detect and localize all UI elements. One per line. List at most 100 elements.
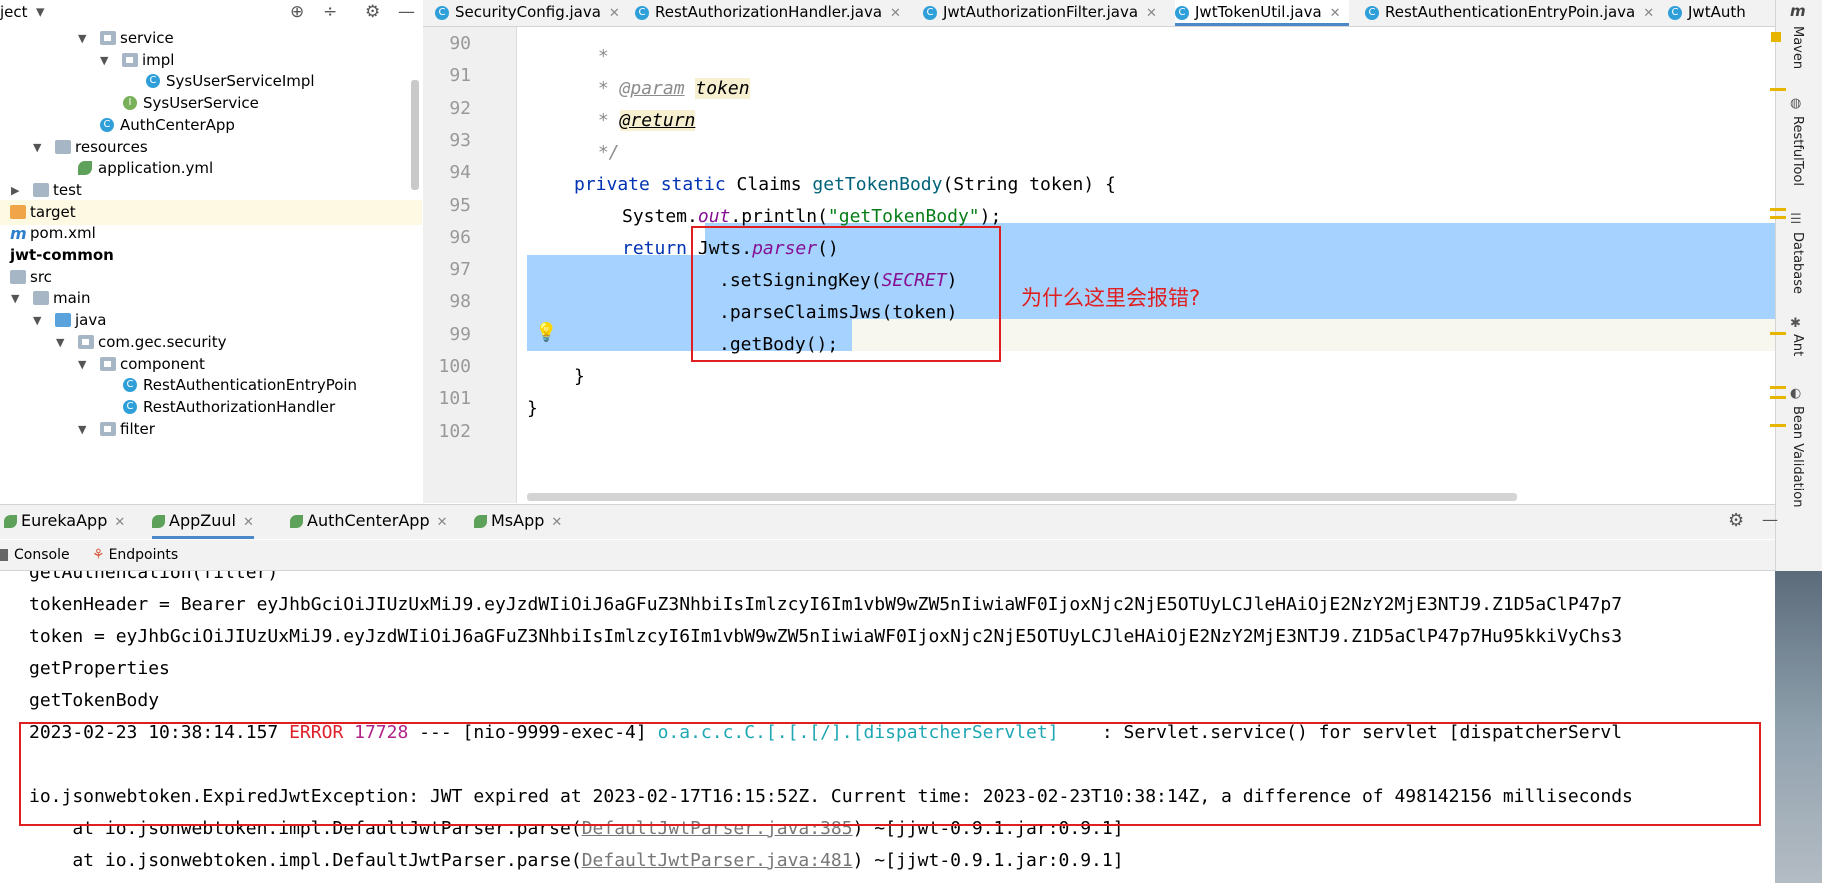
line-number: 98	[449, 291, 471, 313]
close-icon[interactable]: ✕	[609, 6, 620, 21]
tree-scrollbar[interactable]	[411, 80, 419, 190]
close-icon[interactable]: ✕	[551, 515, 562, 530]
folder-icon	[55, 313, 71, 328]
editor-tab-restauthorizationhandler-java[interactable]: C RestAuthorizationHandler.java ✕	[635, 0, 909, 26]
tree-node-filter[interactable]: ▼ filter	[0, 417, 422, 442]
folder-icon	[10, 204, 26, 219]
tool-bean-validation[interactable]: Bean Validation	[1790, 406, 1805, 507]
static-field: out	[697, 206, 731, 227]
tab-label: JwtAuthorizationFilter.java	[943, 3, 1139, 21]
console-line: tokenHeader = Bearer eyJhbGciOiJIUzUxMiJ…	[29, 594, 1623, 615]
javadoc-tag: @param	[619, 78, 685, 99]
code-line-91: * @param token	[587, 73, 750, 105]
desktop-background	[1775, 571, 1822, 883]
tab-label: EurekaApp	[21, 511, 108, 530]
warning-marker[interactable]	[1771, 32, 1781, 42]
console-line: getAuthencation(filter)	[29, 571, 279, 583]
close-icon[interactable]: ✕	[437, 515, 448, 530]
keyword: private static	[574, 174, 726, 195]
source-link[interactable]: DefaultJwtParser.java:481	[582, 850, 853, 871]
editor-tab-securityconfig-java[interactable]: C SecurityConfig.java ✕	[435, 0, 628, 26]
editor-tab-jwtauthorizationfilter-java[interactable]: C JwtAuthorizationFilter.java ✕	[923, 0, 1165, 26]
tab-console[interactable]: Console	[0, 540, 70, 570]
folder-icon	[100, 31, 116, 45]
line-number: 91	[449, 65, 471, 87]
class-icon: C	[1668, 5, 1682, 20]
tab-label: AuthCenterApp	[307, 511, 430, 530]
tool-restfultool[interactable]: RestfulTool	[1790, 116, 1805, 186]
tab-label: SecurityConfig.java	[455, 3, 601, 21]
spring-leaf-icon	[290, 515, 303, 528]
minimize-icon[interactable]: —	[1762, 510, 1778, 529]
console-line: token = eyJhbGciOiJIUzUxMiJ9.eyJzdWIiOiJ…	[29, 626, 1623, 647]
collapse-icon[interactable]: ÷	[323, 1, 337, 23]
class-icon: C	[123, 378, 137, 393]
console-line: getTokenBody	[29, 690, 160, 711]
tab-label: RestAuthorizationHandler.java	[655, 3, 883, 21]
editor-horizontal-scrollbar[interactable]	[527, 493, 1517, 501]
spring-leaf-icon	[78, 161, 92, 176]
editor-tab-jwtauth[interactable]: C JwtAuth	[1668, 0, 1754, 26]
gear-icon[interactable]: ⚙	[365, 1, 380, 23]
error-stripe-mark[interactable]	[1770, 216, 1786, 219]
type: Claims	[725, 174, 813, 195]
error-stripe-mark[interactable]	[1770, 208, 1786, 211]
error-stripe-mark[interactable]	[1770, 386, 1786, 389]
line-number: 97	[449, 259, 471, 281]
javadoc-param: token	[695, 78, 750, 99]
tab-endpoints[interactable]: ⚘ Endpoints	[92, 540, 178, 570]
bean-icon: ◐	[1790, 386, 1802, 401]
console-subtab-bar	[0, 540, 1775, 571]
console-line: getProperties	[29, 658, 170, 679]
line-number: 99	[449, 323, 471, 345]
code-token: );	[979, 206, 1002, 227]
run-tab-msapp[interactable]: MsApp ✕	[474, 506, 562, 536]
error-stripe-mark[interactable]	[1770, 88, 1786, 91]
minimize-icon[interactable]: —	[398, 1, 415, 23]
javadoc-tag: @return	[619, 110, 696, 131]
tab-label: JwtAuth	[1688, 3, 1746, 21]
lightbulb-icon[interactable]: 💡	[535, 322, 557, 343]
tab-label: Console	[14, 547, 70, 563]
tab-label: AppZuul	[169, 511, 236, 530]
run-tab-authcenterapp[interactable]: AuthCenterApp ✕	[290, 506, 448, 536]
folder-icon	[33, 291, 49, 306]
editor-tab-jwttokenutil-java[interactable]: C JwtTokenUtil.java ✕	[1175, 0, 1349, 26]
close-icon[interactable]: ✕	[1330, 6, 1341, 21]
chevron-down-icon[interactable]: ▼	[78, 417, 86, 442]
error-stripe-mark[interactable]	[1770, 424, 1786, 427]
error-stripe-mark[interactable]	[1770, 396, 1786, 399]
ant-icon: ✱	[1790, 316, 1801, 331]
class-icon: C	[1175, 5, 1189, 20]
tool-database[interactable]: Database	[1790, 232, 1805, 294]
line-number: 102	[438, 420, 471, 442]
method-name: getTokenBody	[812, 174, 943, 195]
project-panel-title[interactable]: ject	[0, 3, 28, 21]
folder-icon	[33, 182, 49, 197]
locate-icon[interactable]: ⊕	[290, 1, 304, 23]
comment-star: *	[587, 78, 620, 99]
line-number: 93	[449, 129, 471, 151]
close-icon[interactable]: ✕	[243, 515, 254, 530]
code-token: System.	[622, 206, 698, 227]
close-icon[interactable]: ✕	[114, 515, 125, 530]
chevron-down-icon[interactable]: ▾	[36, 1, 45, 23]
close-icon[interactable]: ✕	[1643, 6, 1654, 21]
endpoints-icon: ⚘	[92, 547, 105, 563]
tool-maven[interactable]: Maven	[1790, 26, 1805, 69]
line-number: 95	[449, 194, 471, 216]
editor-tab-restauthenticationentrypoin-java[interactable]: C RestAuthenticationEntryPoin.java ✕	[1365, 0, 1662, 26]
gear-icon[interactable]: ⚙	[1728, 510, 1744, 531]
class-icon: C	[435, 5, 449, 20]
close-icon[interactable]: ✕	[1146, 6, 1157, 21]
line-number: 101	[438, 388, 471, 410]
annotation-note: 为什么这里会报错?	[1021, 286, 1201, 310]
close-icon[interactable]: ✕	[890, 6, 901, 21]
error-stripe-mark[interactable]	[1770, 332, 1786, 335]
annotation-box	[19, 722, 1761, 826]
tool-ant[interactable]: Ant	[1790, 334, 1805, 356]
class-icon: C	[1365, 5, 1379, 20]
run-tab-appzuul[interactable]: AppZuul ✕	[152, 506, 254, 539]
project-tree: ▼ service ▼ impl C SysUserServiceImpl I SysUser…	[0, 26, 422, 504]
run-tab-eurekaapp[interactable]: EurekaApp ✕	[4, 506, 125, 536]
